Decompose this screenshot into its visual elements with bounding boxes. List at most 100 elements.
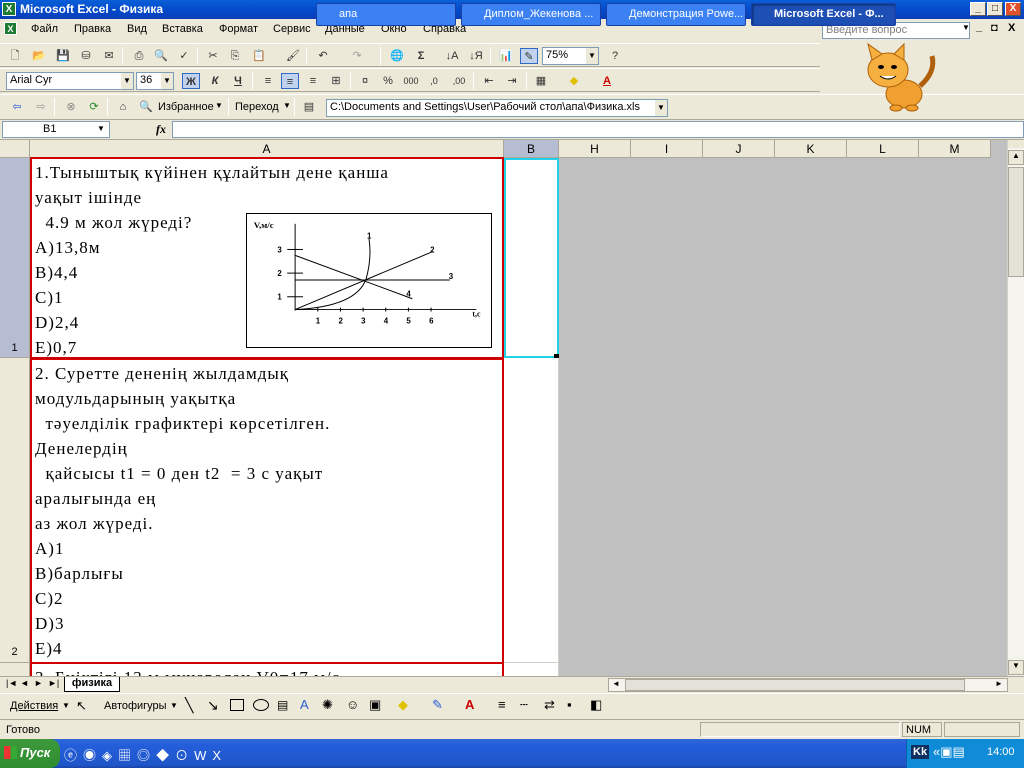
chevron-down-icon[interactable]: ▼ <box>586 48 598 64</box>
undo-icon[interactable]: ↶ <box>314 48 332 64</box>
line-style-icon[interactable]: ≡ <box>498 697 506 712</box>
thousands-button[interactable]: 000 <box>402 73 420 89</box>
increase-indent-icon[interactable]: ⇥ <box>503 73 521 89</box>
chart-wizard-icon[interactable]: 📊 <box>497 48 515 64</box>
horizontal-scrollbar[interactable]: ◄ ► <box>608 678 1008 692</box>
player-icon[interactable]: ◎ <box>137 748 156 763</box>
menu-tools[interactable]: Сервис <box>273 23 311 35</box>
select-all-corner[interactable] <box>0 140 30 158</box>
print-icon[interactable]: ⎙ <box>130 48 148 64</box>
column-header-b[interactable]: B <box>504 140 559 158</box>
chevron-down-icon[interactable]: ▼ <box>121 73 133 89</box>
chevron-down-icon[interactable]: ▼ <box>62 701 70 710</box>
desktop-icon[interactable]: ▦ <box>118 748 137 763</box>
outlook-icon[interactable]: ◈ <box>102 748 118 763</box>
row-header-1[interactable]: 1 <box>0 158 30 358</box>
help-icon[interactable]: ? <box>606 48 624 64</box>
scroll-thumb[interactable] <box>1008 167 1024 277</box>
print-preview-icon[interactable]: 🔍 <box>152 48 170 64</box>
oval-icon[interactable] <box>253 699 269 711</box>
task-excel[interactable]: Microsoft Excel - Ф... <box>751 3 896 26</box>
opera-icon[interactable]: ⊙ <box>175 748 194 763</box>
column-header-l[interactable]: L <box>847 140 919 158</box>
fill-color-icon[interactable]: ◆ <box>565 73 583 89</box>
first-sheet-icon[interactable]: |◄ <box>6 678 17 688</box>
textbox-icon[interactable]: ▤ <box>277 698 288 712</box>
app-icon[interactable]: ◆ <box>156 748 175 763</box>
column-header-k[interactable]: K <box>775 140 847 158</box>
copy-icon[interactable]: ⎘ <box>226 48 244 64</box>
italic-button[interactable]: К <box>206 73 224 89</box>
align-right-icon[interactable]: ≡ <box>304 73 322 89</box>
drawing-icon[interactable]: ✎ <box>520 48 538 64</box>
sheet-tab[interactable]: физика <box>64 677 120 692</box>
menu-edit[interactable]: Правка <box>74 23 111 35</box>
vertical-scrollbar[interactable]: ▲ ▼ <box>1007 140 1024 676</box>
cell-a2[interactable]: 2. Суретте дененің жылдамдық модульдарын… <box>30 358 504 664</box>
autoshapes-button[interactable]: Автофигуры <box>104 700 167 712</box>
paste-icon[interactable]: 📋 <box>250 48 268 64</box>
new-icon[interactable]: 🗋 <box>6 48 24 64</box>
merge-center-icon[interactable]: ⊞ <box>327 73 345 89</box>
currency-icon[interactable]: ¤ <box>356 73 374 89</box>
workbook-icon[interactable]: X <box>4 22 17 35</box>
cell-b3[interactable] <box>504 663 559 676</box>
back-icon[interactable]: ⇦ <box>8 99 26 115</box>
align-left-icon[interactable]: ≡ <box>259 73 277 89</box>
minimize-button[interactable]: _ <box>970 2 986 16</box>
chevron-down-icon[interactable]: ▼ <box>215 101 223 110</box>
ie-icon[interactable]: ⓔ <box>64 748 83 763</box>
tray-icons[interactable]: «▣▤ <box>933 744 965 760</box>
split-box[interactable] <box>1008 140 1024 148</box>
column-header-j[interactable]: J <box>703 140 775 158</box>
worksheet-grid[interactable]: A B H I J K L M 1 2 1.Тыныштық күйінен қ… <box>0 140 1007 676</box>
doc-minimize-button[interactable]: _ <box>976 21 982 33</box>
arrow-style-icon[interactable]: ⇄ <box>544 697 555 713</box>
shadow-icon[interactable]: ▪ <box>567 697 572 712</box>
decrease-decimal-icon[interactable]: ,00 <box>450 73 468 89</box>
cell-b1-selected[interactable] <box>504 158 559 358</box>
excel-icon[interactable]: X <box>212 748 227 763</box>
increase-decimal-button[interactable]: ,0 <box>425 73 443 89</box>
show-web-toolbar-icon[interactable]: ▤ <box>300 99 318 115</box>
rectangle-icon[interactable] <box>230 699 244 711</box>
fill-color-icon[interactable]: ◆ <box>398 697 408 713</box>
chevron-down-icon[interactable]: ▼ <box>97 124 105 133</box>
doc-close-button[interactable]: X <box>1008 22 1015 34</box>
percent-button[interactable]: % <box>379 73 397 89</box>
column-header-h[interactable]: H <box>559 140 631 158</box>
autosum-button[interactable]: Σ <box>412 48 430 64</box>
spelling-icon[interactable]: ✓ <box>175 48 193 64</box>
sort-desc-icon[interactable]: ↓Я <box>467 48 485 64</box>
row-header-2[interactable]: 2 <box>0 358 30 663</box>
open-icon[interactable]: 📂 <box>30 48 48 64</box>
chevron-down-icon[interactable]: ▼ <box>655 100 667 116</box>
size-select[interactable]: 36 ▼ <box>136 72 174 90</box>
line-color-icon[interactable]: ✎ <box>432 697 443 713</box>
insert-function-button[interactable]: fx <box>156 122 166 137</box>
stop-icon[interactable]: ⊗ <box>62 99 80 115</box>
scroll-left-icon[interactable]: ◄ <box>612 679 620 688</box>
actions-button[interactable]: Действия <box>10 700 58 712</box>
menu-format[interactable]: Формат <box>219 23 258 35</box>
ask-dropdown-icon[interactable]: ▼ <box>962 23 970 32</box>
doc-restore-button[interactable]: ◘ <box>991 22 998 34</box>
menu-view[interactable]: Вид <box>127 23 147 35</box>
next-sheet-icon[interactable]: ► <box>34 678 43 688</box>
scroll-down-icon[interactable]: ▼ <box>1008 660 1024 675</box>
save-icon[interactable]: 💾 <box>54 48 72 64</box>
align-center-icon[interactable]: ≡ <box>281 73 299 89</box>
media-icon[interactable]: ◉ <box>83 748 102 763</box>
font-select[interactable]: Arial Cyr ▼ <box>6 72 134 90</box>
bold-button[interactable]: Ж <box>182 73 200 89</box>
column-header-m[interactable]: M <box>919 140 991 158</box>
dash-style-icon[interactable]: ┄ <box>520 697 528 713</box>
home-icon[interactable]: ⌂ <box>114 99 132 115</box>
row-header-3[interactable] <box>0 663 30 676</box>
format-painter-icon[interactable]: 🖌 <box>284 48 302 64</box>
decrease-indent-icon[interactable]: ⇤ <box>480 73 498 89</box>
chevron-down-icon[interactable]: ▼ <box>283 101 291 110</box>
prev-sheet-icon[interactable]: ◄ <box>20 678 29 688</box>
word-icon[interactable]: W <box>194 748 212 763</box>
maximize-button[interactable]: □ <box>987 2 1003 16</box>
